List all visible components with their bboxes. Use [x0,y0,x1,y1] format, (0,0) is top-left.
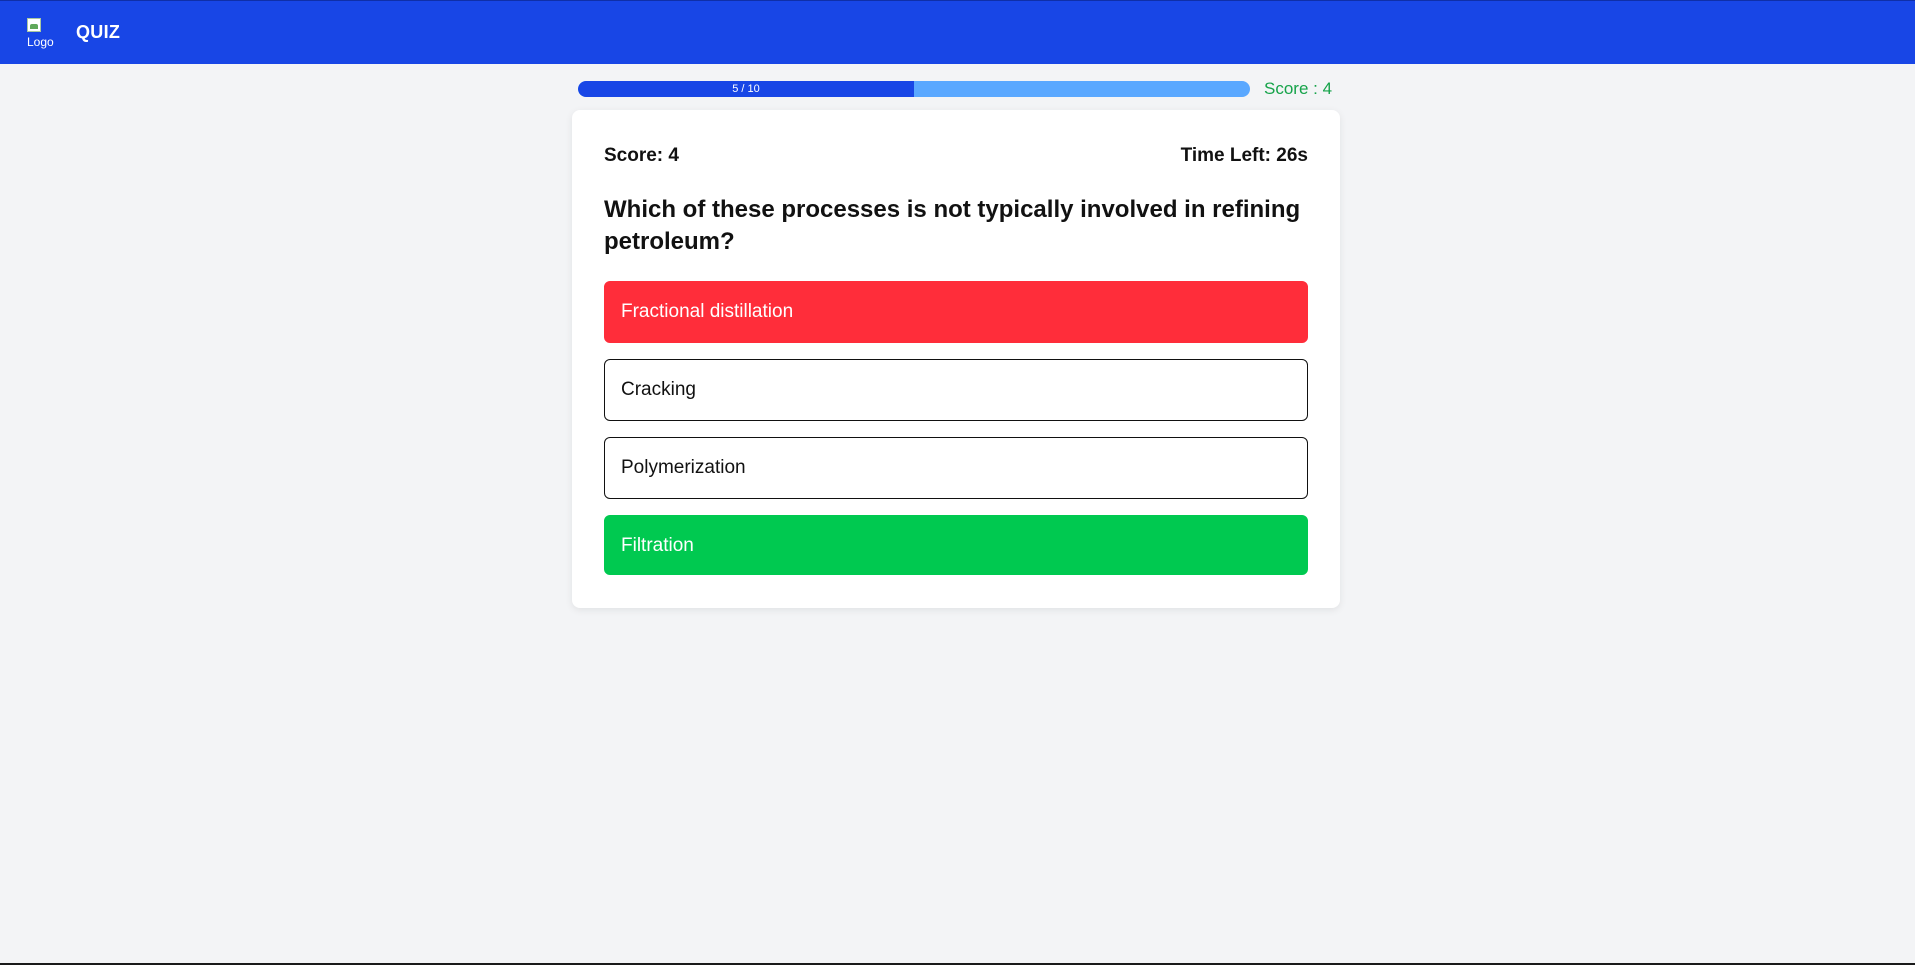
broken-image-icon [27,18,41,32]
answer-option-2[interactable]: Cracking [604,359,1308,421]
logo-alt-text: Logo [27,35,54,49]
answer-option-3[interactable]: Polymerization [604,437,1308,499]
progress-row: 5 / 10 Score : 4 [578,79,1338,98]
answer-option-1[interactable]: Fractional distillation [604,281,1308,343]
top-navbar: Logo QUIZ [0,0,1915,64]
brand-title[interactable]: QUIZ [76,22,120,43]
card-score: Score: 4 [604,145,679,166]
answer-options: Fractional distillation Cracking Polymer… [604,281,1308,591]
question-card: Score: 4 Time Left: 26s Which of these p… [572,110,1340,608]
top-score-label: Score : 4 [1264,79,1333,98]
progress-label: 5 / 10 [732,83,760,95]
time-left: Time Left: 26s [1180,145,1308,166]
question-text: Which of these processes is not typicall… [604,196,1301,255]
logo-image[interactable]: Logo [27,18,59,50]
answer-option-4[interactable]: Filtration [604,515,1308,575]
card-header: Score: 4 Time Left: 26s [604,145,1308,169]
progress-bar: 5 / 10 [578,81,1250,97]
